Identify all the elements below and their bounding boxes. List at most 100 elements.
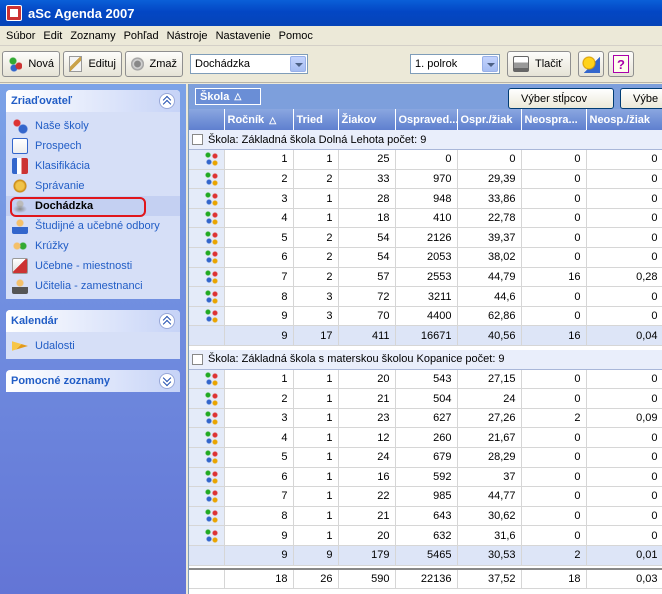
group-expand-checkbox[interactable]: [192, 353, 203, 365]
cell-grade: 8: [224, 286, 294, 307]
cell-excused: 543: [395, 369, 458, 390]
expand-icon[interactable]: [159, 373, 175, 389]
cell-unexcused-per-student: 0: [586, 169, 662, 190]
group-expand-checkbox[interactable]: [192, 134, 203, 146]
help-button[interactable]: ?: [608, 51, 634, 77]
cell-unexcused-per-student: 0: [586, 227, 662, 249]
group-by-chip[interactable]: Škola △: [195, 88, 261, 105]
menu-lists[interactable]: Zoznamy: [66, 30, 119, 42]
new-button[interactable]: Nová: [2, 51, 60, 77]
col-unexcused-per-student[interactable]: Neosp./žiak: [586, 109, 662, 130]
group-row[interactable]: Škola: Základná škola Dolná Lehota počet…: [189, 130, 662, 151]
sidebar-item-behavior[interactable]: Správanie: [6, 176, 180, 196]
cell-classes: 1: [293, 427, 339, 448]
founder-panel-header[interactable]: Zriaďovateľ: [6, 90, 180, 112]
table-row[interactable]: 3 1 23 627 27,26 2 0,09: [189, 408, 662, 429]
cell-excused: 410: [395, 208, 458, 229]
sidebar-item-clubs[interactable]: Krúžky: [6, 236, 180, 256]
menu-tools[interactable]: Nástroje: [163, 30, 212, 42]
menu-edit[interactable]: Edit: [39, 30, 66, 42]
view-select[interactable]: Dochádzka: [190, 54, 308, 74]
row-icon-cell: [189, 188, 225, 209]
table-row[interactable]: 2 2 33 970 29,39 0 0: [189, 169, 662, 190]
column-chooser-button[interactable]: Výber stĺpcov: [508, 88, 614, 109]
cell-excused-per-student: 44,6: [457, 286, 522, 307]
sidebar-item-study-fields[interactable]: Študijné a učebné odbory: [6, 216, 180, 236]
cell-students: 179: [338, 545, 396, 566]
edit-button-label: Edituj: [88, 58, 116, 70]
sidebar-item-classification[interactable]: Klasifikácia: [6, 156, 180, 176]
table-row[interactable]: 1 1 25 0 0 0 0: [189, 149, 662, 170]
group-summary-row[interactable]: 9 17 411 16671 40,56 16 0,04: [189, 325, 662, 347]
table-row[interactable]: 7 1 22 985 44,77 0 0: [189, 486, 662, 507]
sidebar-item-label: Naše školy: [35, 120, 89, 132]
table-row[interactable]: 2 1 21 504 24 0 0: [189, 388, 662, 409]
cell-excused: 16671: [395, 325, 458, 347]
row-icon-cell: [189, 149, 225, 170]
school-icon: [12, 118, 28, 134]
sidebar-item-grades[interactable]: Prospech: [6, 136, 180, 156]
table-row[interactable]: 4 1 12 260 21,67 0 0: [189, 427, 662, 448]
class-icon: [205, 309, 218, 324]
wizard-button[interactable]: [578, 51, 604, 77]
founder-panel-title: Zriaďovateľ: [11, 95, 73, 107]
delete-button[interactable]: Zmaž: [125, 51, 183, 77]
table-row[interactable]: 6 2 54 2053 38,02 0 0: [189, 247, 662, 268]
menu-view[interactable]: Pohľad: [120, 30, 163, 42]
cell-unexcused-per-student: 0: [586, 286, 662, 307]
col-unexcused[interactable]: Neospra...: [521, 109, 587, 130]
class-icon: [205, 528, 218, 543]
sidebar: Zriaďovateľ Naše školy Prospech Klasifik…: [0, 84, 186, 594]
cell-excused-per-student: 27,26: [457, 408, 522, 429]
table-row[interactable]: 5 1 24 679 28,29 0 0: [189, 447, 662, 468]
class-icon: [205, 152, 218, 167]
cell-unexcused: 0: [521, 306, 587, 327]
edit-button[interactable]: Edituj: [63, 51, 122, 77]
lists-panel-header[interactable]: Pomocné zoznamy: [6, 370, 180, 392]
group-summary-row[interactable]: 9 9 179 5465 30,53 2 0,01: [189, 545, 662, 566]
table-row[interactable]: 8 3 72 3211 44,6 0 0: [189, 286, 662, 307]
collapse-icon[interactable]: [159, 93, 175, 109]
calendar-panel-header[interactable]: Kalendár: [6, 310, 180, 332]
help-icon: ?: [613, 55, 629, 73]
table-row[interactable]: 6 1 16 592 37 0 0: [189, 467, 662, 488]
sidebar-item-events[interactable]: Udalosti: [6, 336, 180, 356]
founder-panel: Zriaďovateľ Naše školy Prospech Klasifik…: [6, 90, 180, 299]
chevron-down-icon[interactable]: [290, 56, 306, 72]
col-classes[interactable]: Tried: [293, 109, 339, 130]
table-row[interactable]: 3 1 28 948 33,86 0 0: [189, 188, 662, 209]
col-students[interactable]: Žiakov: [338, 109, 396, 130]
sidebar-item-teachers[interactable]: Učitelia - zamestnanci: [6, 276, 180, 296]
table-row[interactable]: 5 2 54 2126 39,37 0 0: [189, 227, 662, 249]
menu-help[interactable]: Pomoc: [275, 30, 317, 42]
cell-students: 23: [338, 408, 396, 429]
menu-settings[interactable]: Nastavenie: [212, 30, 275, 42]
table-row[interactable]: 1 1 20 543 27,15 0 0: [189, 369, 662, 390]
cell-classes: 1: [293, 447, 339, 468]
menu-file[interactable]: Súbor: [2, 30, 39, 42]
chevron-down-icon[interactable]: [482, 56, 498, 72]
sidebar-item-schools[interactable]: Naše školy: [6, 116, 180, 136]
col-grade[interactable]: Ročník △: [224, 109, 294, 130]
lists-panel-title: Pomocné zoznamy: [11, 375, 111, 387]
secondary-button[interactable]: Výbe: [620, 88, 662, 109]
table-row[interactable]: 8 1 21 643 30,62 0 0: [189, 506, 662, 527]
cell-unexcused: 0: [521, 169, 587, 190]
title-bar: aSc Agenda 2007: [0, 0, 662, 26]
grand-total-row[interactable]: 18 26 590 22136 37,52 18 0,03: [189, 568, 662, 590]
sidebar-item-classrooms[interactable]: Učebne - miestnosti: [6, 256, 180, 276]
cell-excused-per-student: 39,37: [457, 227, 522, 249]
table-row[interactable]: 4 1 18 410 22,78 0 0: [189, 208, 662, 229]
table-row[interactable]: 9 1 20 632 31,6 0 0: [189, 525, 662, 546]
table-row[interactable]: 7 2 57 2553 44,79 16 0,28: [189, 267, 662, 288]
table-row[interactable]: 9 3 70 4400 62,86 0 0: [189, 306, 662, 327]
collapse-icon[interactable]: [159, 313, 175, 329]
col-excused[interactable]: Ospraved...: [395, 109, 458, 130]
col-excused-per-student[interactable]: Ospr./žiak: [457, 109, 522, 130]
cell-classes: 3: [293, 286, 339, 307]
sidebar-item-label: Prospech: [35, 140, 82, 152]
group-row[interactable]: Škola: Základná škola s materskou školou…: [189, 349, 662, 370]
sidebar-item-attendance[interactable]: Dochádzka: [6, 196, 180, 217]
print-button[interactable]: Tlačiť: [507, 51, 571, 77]
period-select[interactable]: 1. polrok: [410, 54, 500, 74]
